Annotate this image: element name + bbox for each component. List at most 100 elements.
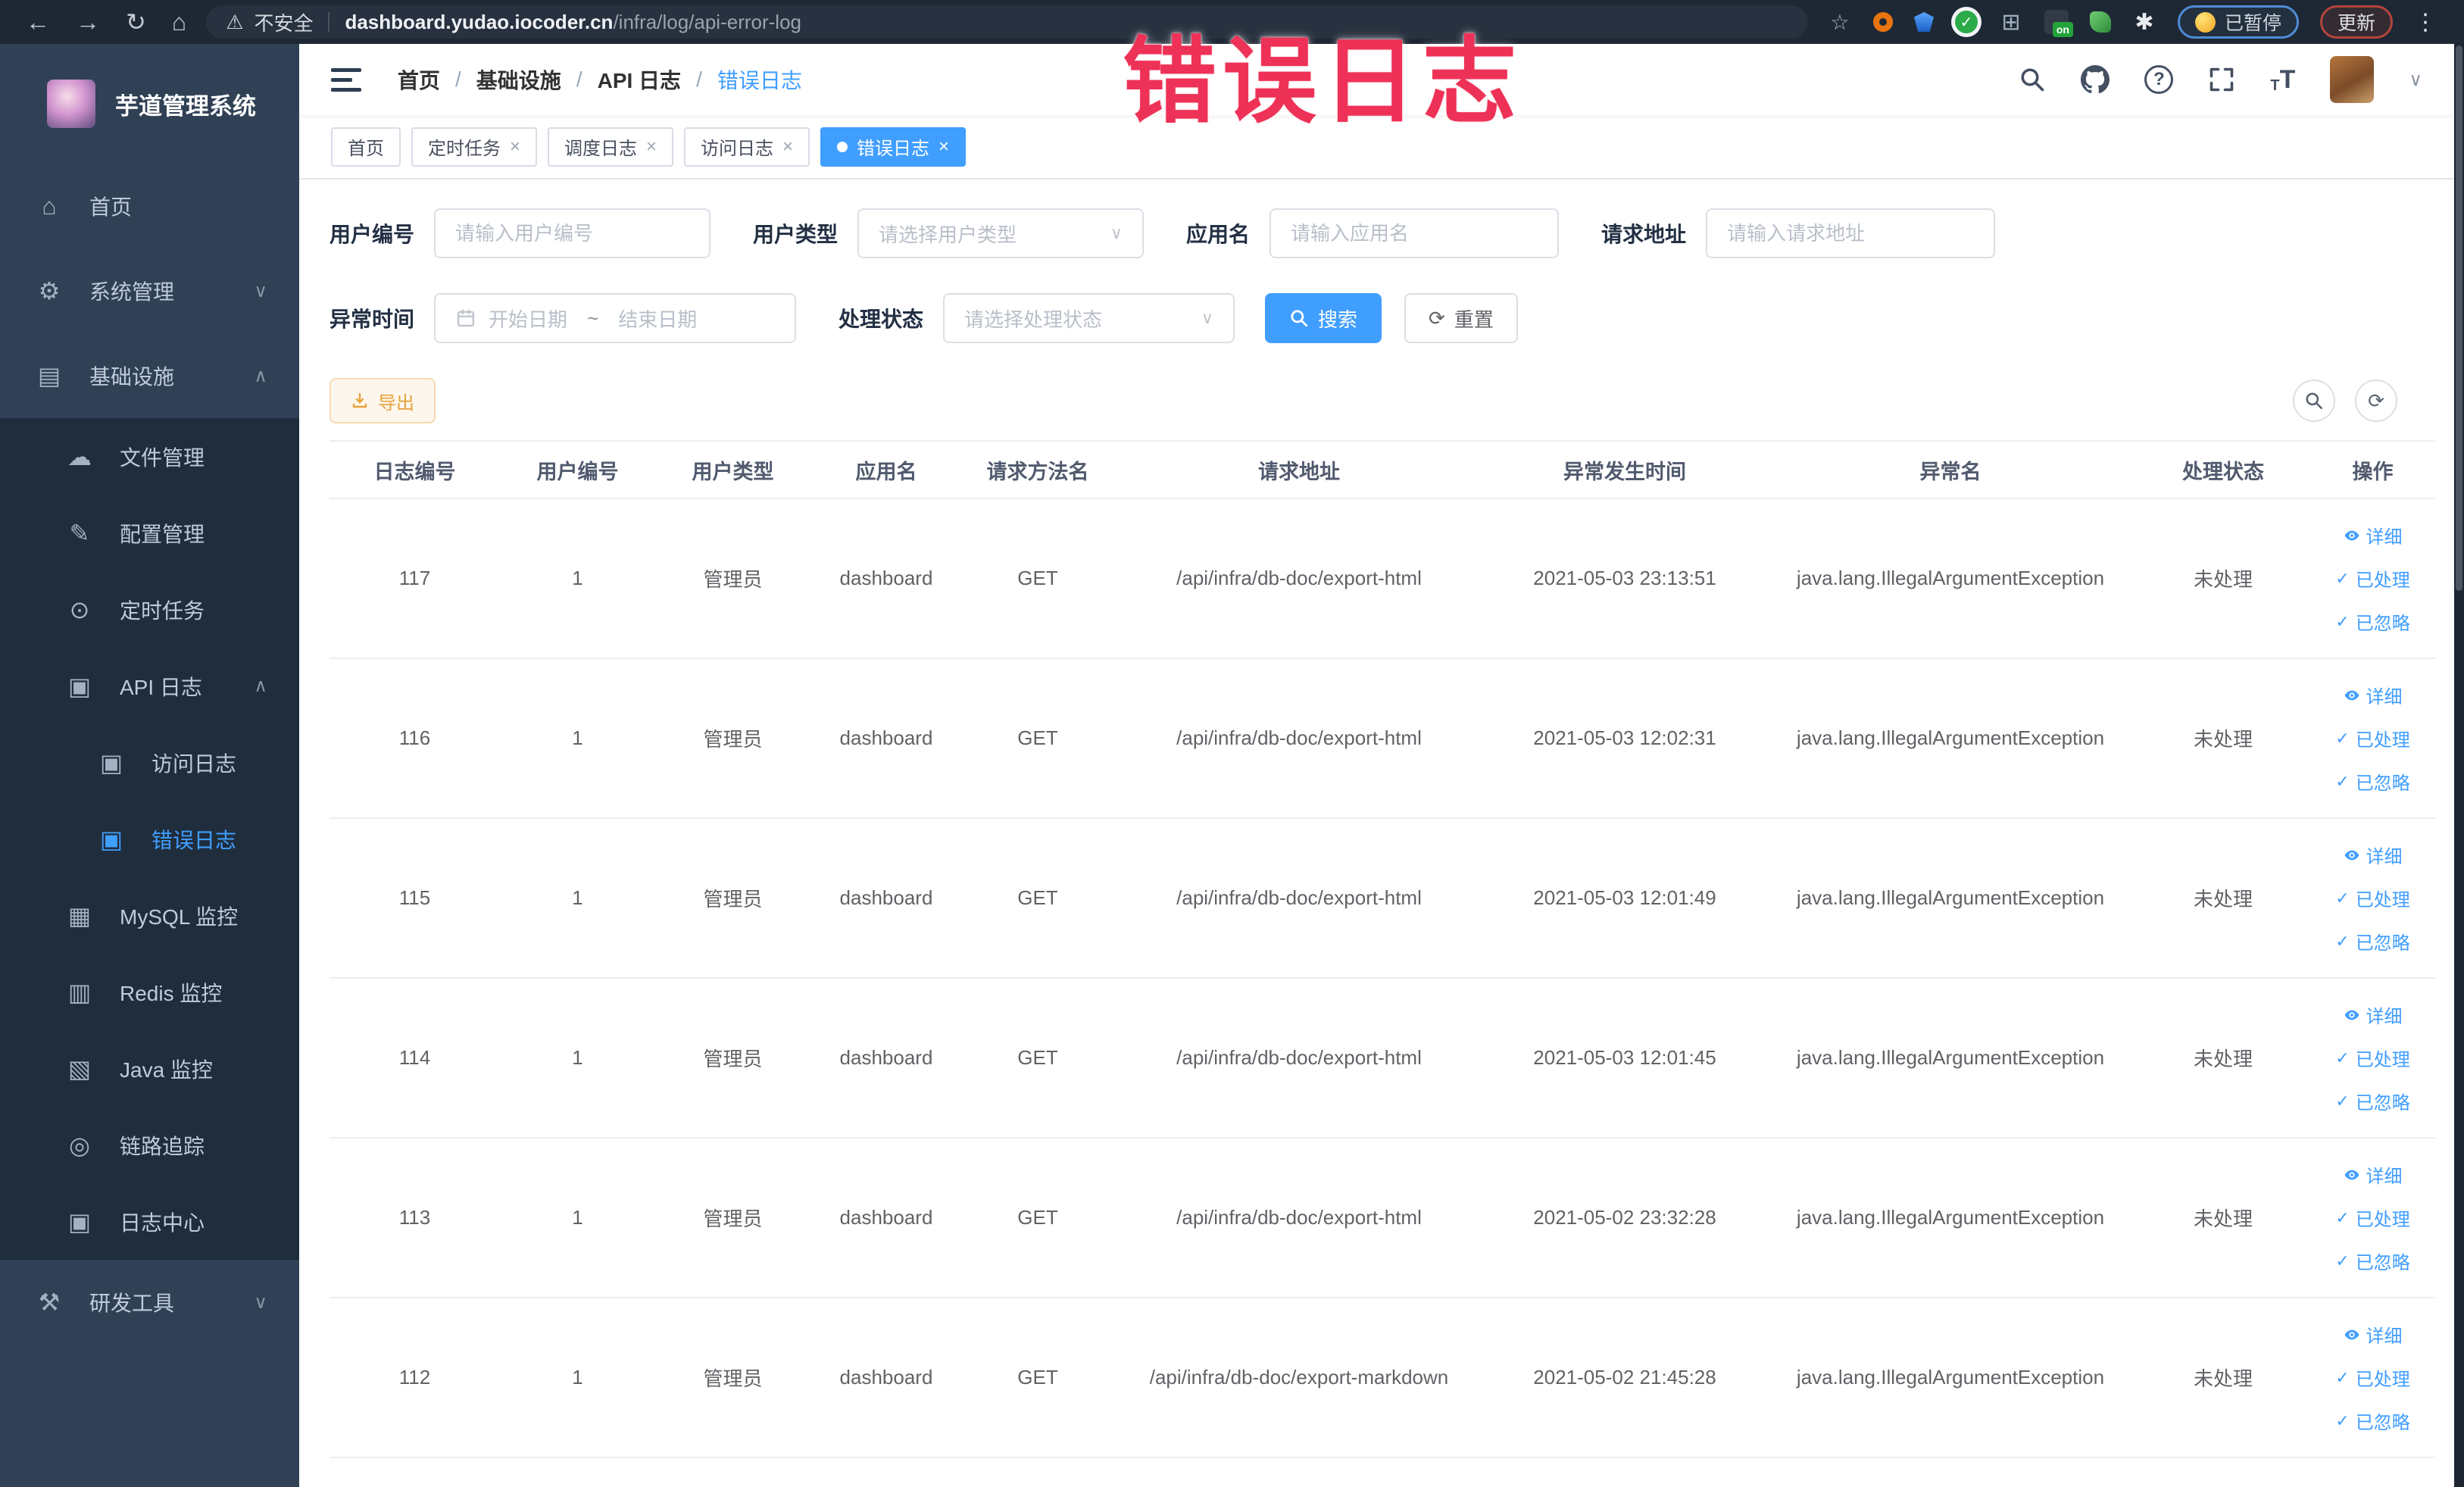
help-icon[interactable]: ? [2144,65,2174,94]
refresh-table-icon[interactable]: ⟳ [2355,380,2397,422]
sidebar-item-trace[interactable]: ◎ 链路追踪 [0,1107,299,1183]
processed-link[interactable]: ✓ 已处理 [2310,1036,2435,1079]
detail-link[interactable]: 详细 [2310,514,2435,557]
extension-shield-icon[interactable] [1913,12,1934,32]
forward-icon[interactable]: → [76,8,100,36]
redis-icon: ▥ [67,978,92,1006]
sidebar-item-access-log[interactable]: ▣ 访问日志 [0,724,299,801]
hamburger-icon[interactable] [331,67,361,92]
update-button[interactable]: 更新 [2319,5,2393,39]
ignored-link[interactable]: ✓ 已忽略 [2310,1079,2435,1123]
search-icon[interactable] [2019,66,2046,93]
cell-user-id: 1 [500,498,655,659]
ignored-link[interactable]: ✓ 已忽略 [2310,1239,2435,1282]
tab-3[interactable]: 调度日志 × [548,127,674,167]
sidebar-item-job[interactable]: ⊙ 定时任务 [0,571,299,648]
close-icon[interactable]: × [938,136,949,158]
extension-on-badge-icon[interactable]: on [2044,10,2073,37]
sidebar-item-dev-tools[interactable]: ⚒ 研发工具 ∨ [0,1260,299,1345]
sidebar-item-java[interactable]: ▧ Java 监控 [0,1030,299,1107]
sidebar-item-home[interactable]: ⌂ 首页 [0,164,299,248]
processed-link[interactable]: ✓ 已处理 [2310,1196,2435,1239]
extension-green-check-icon[interactable]: ✓ [1954,11,1978,33]
paused-badge[interactable]: 已暂停 [2177,5,2299,39]
extension-orange-icon[interactable] [1872,12,1893,32]
col-process-status: 处理状态 [2136,440,2310,499]
browser-menu-icon[interactable]: ⋮ [2414,9,2437,36]
main-area: 首页 / 基础设施 / API 日志 / 错误日志 ? T T ∨ 首页 定时任… [299,44,2454,1487]
cell-exception-time: 2021-05-03 12:01:45 [1485,978,1765,1139]
user-type-select[interactable]: 请选择用户类型 ∨ [857,208,1145,258]
tab-1[interactable]: 首页 [331,127,401,167]
sidebar-item-infra[interactable]: ▤ 基础设施 ∧ [0,333,299,418]
processed-link[interactable]: ✓ 已处理 [2310,876,2435,920]
address-bar[interactable]: ⚠ 不安全 dashboard.yudao.iocoder.cn /infra/… [206,5,1808,39]
export-button[interactable]: 导出 [329,378,436,423]
search-button[interactable]: 搜索 [1265,293,1382,343]
sidebar-item-system[interactable]: ⚙ 系统管理 ∨ [0,248,299,333]
sidebar-item-error-log[interactable]: ▣ 错误日志 [0,801,299,877]
detail-link[interactable]: 详细 [2310,833,2435,876]
fullscreen-icon[interactable] [2208,66,2235,93]
scrollbar-thumb[interactable] [2456,45,2462,591]
date-range-picker[interactable]: 开始日期 ~ 结束日期 [434,293,797,343]
check-icon: ✓ [2335,728,2350,748]
home-icon[interactable]: ⌂ [172,8,186,36]
tab-4[interactable]: 访问日志 × [684,127,810,167]
logo[interactable]: 芋道管理系统 [0,44,299,164]
tab-5[interactable]: 错误日志 × [820,127,967,167]
reset-button[interactable]: ⟳ 重置 [1404,293,1518,343]
avatar[interactable] [2330,56,2375,103]
sidebar-item-log-center[interactable]: ▣ 日志中心 [0,1183,299,1260]
detail-link[interactable]: 详细 [2310,1153,2435,1196]
cell-log-id: 116 [329,658,500,819]
avatar-caret-down-icon[interactable]: ∨ [2409,69,2422,91]
breadcrumb-item-api-log[interactable]: API 日志 [598,64,681,95]
sidebar-item-config[interactable]: ✎ 配置管理 [0,495,299,571]
detail-link[interactable]: 详细 [2310,673,2435,717]
ignored-link[interactable]: ✓ 已忽略 [2310,760,2435,803]
cell-method: GET [962,818,1113,979]
back-icon[interactable]: ← [26,8,50,36]
processed-link[interactable]: ✓ 已处理 [2310,717,2435,760]
processed-link[interactable]: ✓ 已处理 [2310,1356,2435,1399]
cell-process-status: 未处理 [2136,818,2310,979]
detail-link[interactable]: 详细 [2310,993,2435,1036]
ignored-link[interactable]: ✓ 已忽略 [2310,600,2435,643]
breadcrumb-item-infra[interactable]: 基础设施 [476,64,561,95]
cell-user-id: 1 [500,978,655,1139]
request-url-input[interactable] [1706,208,1996,258]
sidebar-item-mysql[interactable]: ▦ MySQL 监控 [0,877,299,954]
detail-link[interactable]: 详细 [2310,1313,2435,1356]
cell-request-url: /api/infra/db-doc/export-html [1113,658,1485,819]
cell-process-status: 未处理 [2136,498,2310,659]
app-name-label: 应用名 [1186,223,1251,246]
ignored-link[interactable]: ✓ 已忽略 [2310,1399,2435,1442]
user-id-input[interactable] [434,208,711,258]
font-size-icon[interactable]: TT [2270,65,2295,95]
toggle-search-icon[interactable] [2293,380,2335,422]
close-icon[interactable]: × [646,136,657,158]
ignored-link[interactable]: ✓ 已忽略 [2310,920,2435,963]
tab-2[interactable]: 定时任务 × [411,127,538,167]
process-status-select[interactable]: 请选择处理状态 ∨ [943,293,1235,343]
page-scrollbar[interactable] [2454,44,2464,1487]
extension-leaf-icon[interactable] [2089,11,2111,33]
extension-grid-icon[interactable]: ⊞ [1999,10,2023,35]
github-icon[interactable] [2081,65,2110,94]
breadcrumb-item-home[interactable]: 首页 [398,64,440,95]
extension-puzzle-icon[interactable]: ✱ [2132,10,2156,35]
app-name-input[interactable] [1269,208,1560,258]
cell-app-name: dashboard [810,818,962,979]
active-dot [837,141,848,152]
bookmark-star-icon[interactable]: ☆ [1828,10,1852,34]
log-icon: ▣ [99,748,123,776]
sidebar-item-file[interactable]: ☁ 文件管理 [0,418,299,495]
close-icon[interactable]: × [510,136,520,158]
sidebar-item-redis[interactable]: ▥ Redis 监控 [0,954,299,1030]
reload-icon[interactable]: ↻ [126,8,146,36]
cell-app-name: dashboard [810,978,962,1139]
sidebar-item-api-log[interactable]: ▣ API 日志 ∧ [0,648,299,724]
processed-link[interactable]: ✓ 已处理 [2310,557,2435,600]
close-icon[interactable]: × [782,136,793,158]
